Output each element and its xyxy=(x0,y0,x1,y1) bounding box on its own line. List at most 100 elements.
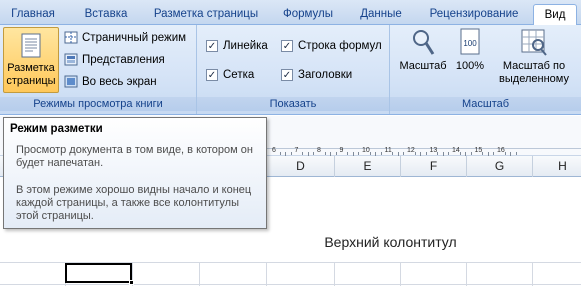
full-screen-label: Во весь экран xyxy=(82,76,157,88)
ruler-tick xyxy=(369,152,371,155)
column-header-e[interactable]: E xyxy=(334,156,400,177)
ribbon-tab-bar: Главная Вставка Разметка страницы Формул… xyxy=(0,0,581,26)
page-break-preview-button[interactable]: Страничный режим xyxy=(64,28,186,48)
column-header-h[interactable]: H xyxy=(532,156,581,177)
zoom-100-label: 100% xyxy=(455,60,485,72)
ruler-tick xyxy=(482,152,484,155)
zoom-100-icon: 100 xyxy=(459,27,481,57)
gridlines-checkmark-icon: ✓ xyxy=(206,68,218,81)
page-header-text[interactable]: Верхний колонтитул xyxy=(0,234,581,250)
zoom-to-selection-label-1: Масштаб по xyxy=(502,60,566,72)
grid-line xyxy=(266,262,267,286)
zoom-100-button[interactable]: 100 100% xyxy=(452,27,488,73)
ruler-tick xyxy=(493,152,495,155)
ruler-tick xyxy=(515,152,517,155)
full-screen-icon xyxy=(64,75,78,88)
ruler-checkmark-icon: ✓ xyxy=(206,39,218,52)
cell-grid[interactable] xyxy=(0,262,581,286)
grid-line xyxy=(0,284,581,285)
zoom-to-selection-button[interactable]: Масштаб по выделенному xyxy=(494,27,574,86)
custom-views-button[interactable]: Представления xyxy=(64,50,165,70)
zoom-group: Масштаб 100 100% Масштаб по выделенному … xyxy=(390,25,581,114)
grid-line xyxy=(334,262,335,286)
headings-label: Заголовки xyxy=(298,69,353,81)
column-header-f[interactable]: F xyxy=(400,156,466,177)
ruler-number: 15 xyxy=(474,147,483,154)
ruler-number: 13 xyxy=(429,147,438,154)
tab-page-layout[interactable]: Разметка страницы xyxy=(150,4,262,25)
tab-insert[interactable]: Вставка xyxy=(74,4,138,25)
tooltip-paragraph-2: В этом режиме хорошо видны начало и коне… xyxy=(16,184,252,222)
ruler-number: 12 xyxy=(407,147,415,154)
ruler-checkbox[interactable]: ✓ Линейка xyxy=(206,37,268,55)
ruler-strip: 6 7 8 9 10 11 12 13 14 15 16 xyxy=(260,147,581,157)
ruler-number: 10 xyxy=(362,147,370,154)
full-screen-button[interactable]: Во весь экран xyxy=(64,72,157,92)
custom-views-icon xyxy=(64,53,78,66)
workbook-views-group-label: Режимы просмотра книги xyxy=(0,97,196,111)
ruler-number: 6 xyxy=(272,147,276,154)
column-header-g[interactable]: G xyxy=(466,156,532,177)
zoom-to-selection-label-2: выделенному xyxy=(499,73,569,85)
page-break-label: Страничный режим xyxy=(82,32,187,44)
active-cell[interactable] xyxy=(65,263,134,285)
gridlines-label: Сетка xyxy=(223,69,255,81)
ruler-tick xyxy=(392,152,394,155)
tab-review[interactable]: Рецензирование xyxy=(422,4,526,25)
headings-checkmark-icon: ✓ xyxy=(281,68,293,81)
tooltip-title: Режим разметки xyxy=(10,123,103,135)
ruler-number: 11 xyxy=(384,147,392,154)
grid-line xyxy=(199,262,200,286)
tab-home[interactable]: Главная xyxy=(6,4,60,25)
tooltip-paragraph-1: Просмотр документа в том виде, в котором… xyxy=(16,144,253,169)
show-group: ✓ Линейка ✓ Строка формул ✓ Сетка ✓ Заголовк… xyxy=(197,25,390,114)
svg-text:100: 100 xyxy=(463,39,477,48)
ruler-tick xyxy=(403,152,405,155)
ruler-number: 16 xyxy=(497,147,505,154)
page-layout-label-1: Разметка xyxy=(7,62,55,74)
tab-formulas[interactable]: Формулы xyxy=(276,4,340,25)
ruler-tick xyxy=(324,152,326,155)
page-break-icon xyxy=(64,31,78,44)
ruler-number: 7 xyxy=(294,147,299,154)
tab-view[interactable]: Вид xyxy=(533,4,577,26)
page-layout-tooltip: Режим разметки Просмотр документа в том … xyxy=(3,117,267,229)
ruler-tick xyxy=(279,152,281,155)
ruler-number: 14 xyxy=(452,147,460,154)
fill-handle[interactable] xyxy=(129,280,134,285)
formula-bar-label: Строка формул xyxy=(298,40,382,52)
gridlines-checkbox[interactable]: ✓ Сетка xyxy=(206,66,254,84)
ruler-tick xyxy=(425,152,427,155)
ruler-number: 9 xyxy=(339,147,344,154)
zoom-button[interactable]: Масштаб xyxy=(396,27,450,73)
ruler-number: 8 xyxy=(317,147,321,154)
show-group-label: Показать xyxy=(197,97,389,111)
ruler-tick xyxy=(504,152,506,155)
ruler-tick xyxy=(313,152,315,155)
ruler-tick xyxy=(470,152,472,155)
ruler-tick xyxy=(347,152,349,155)
ruler-tick xyxy=(290,152,292,155)
ribbon: Разметка страницы Страничный режим Предс… xyxy=(0,25,581,115)
ruler-label: Линейка xyxy=(223,40,268,52)
ruler-tick xyxy=(380,152,382,155)
page-layout-button[interactable]: Разметка страницы xyxy=(3,27,59,93)
headings-checkbox[interactable]: ✓ Заголовки xyxy=(281,66,352,84)
ruler-tick xyxy=(335,152,337,155)
ruler-tick xyxy=(448,152,450,155)
page-layout-icon xyxy=(20,33,42,59)
zoom-label: Масштаб xyxy=(399,60,447,72)
ruler-tick xyxy=(358,152,360,155)
formula-bar-checkmark-icon: ✓ xyxy=(281,39,293,52)
ruler-tick xyxy=(459,152,461,155)
formula-bar-checkbox[interactable]: ✓ Строка формул xyxy=(281,37,382,55)
ruler-tick xyxy=(414,152,416,155)
grid-line xyxy=(466,262,467,286)
ruler-tick xyxy=(302,152,304,155)
zoom-to-selection-icon xyxy=(520,27,548,57)
workbook-views-group: Разметка страницы Страничный режим Предс… xyxy=(0,25,197,114)
page-layout-label-2: страницы xyxy=(6,75,56,87)
column-header-d[interactable]: D xyxy=(266,156,334,177)
tab-data[interactable]: Данные xyxy=(356,4,406,25)
custom-views-label: Представления xyxy=(82,54,165,66)
